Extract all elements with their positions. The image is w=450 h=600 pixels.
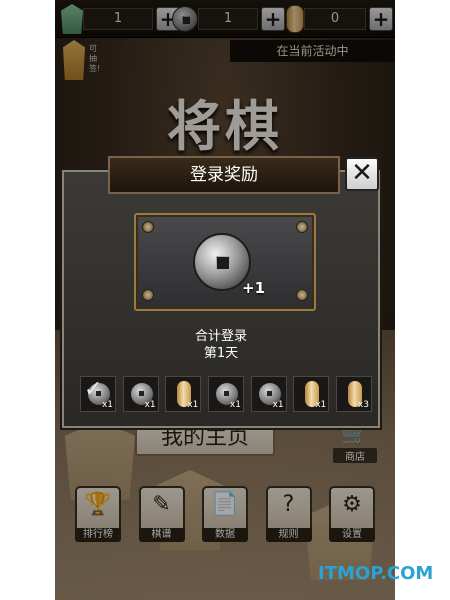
frame-corner-ornament [296,289,308,301]
site-watermark: ITMOP.COM [318,563,434,584]
day-reward-3: x1 [165,376,202,412]
day-reward-5: x1 [250,376,287,412]
reward-count: x3 [357,400,369,410]
login-count-text: 合计登录 第1天 [62,328,380,362]
day-reward-6: x1 [293,376,330,412]
reward-count: x1 [272,400,284,410]
reward-count: x1 [315,400,327,410]
reward-count: x1 [187,400,199,410]
login-total-label: 合计登录 [194,329,247,344]
day-reward-7: x3 [335,376,372,412]
frame-corner-ornament [142,221,154,233]
reward-count: x1 [229,400,241,410]
login-day-label: 第1天 [203,346,239,361]
day-reward-2: x1 [122,376,159,412]
reward-count: x1 [144,400,156,410]
dialog-title: 登录奖励 [108,156,340,194]
reward-quantity: +1 [242,279,266,297]
reward-count: x1 [101,400,113,410]
frame-corner-ornament [142,289,154,301]
close-button[interactable]: ✕ [345,157,379,191]
checkmark-icon: ✓ [84,377,103,402]
daily-reward-row: ✓ x1 x1 x1 x1 x1 x1 x3 [80,376,372,412]
day-reward-1: ✓ x1 [80,376,116,412]
day-reward-4: x1 [207,376,244,412]
frame-corner-ornament [296,221,308,233]
